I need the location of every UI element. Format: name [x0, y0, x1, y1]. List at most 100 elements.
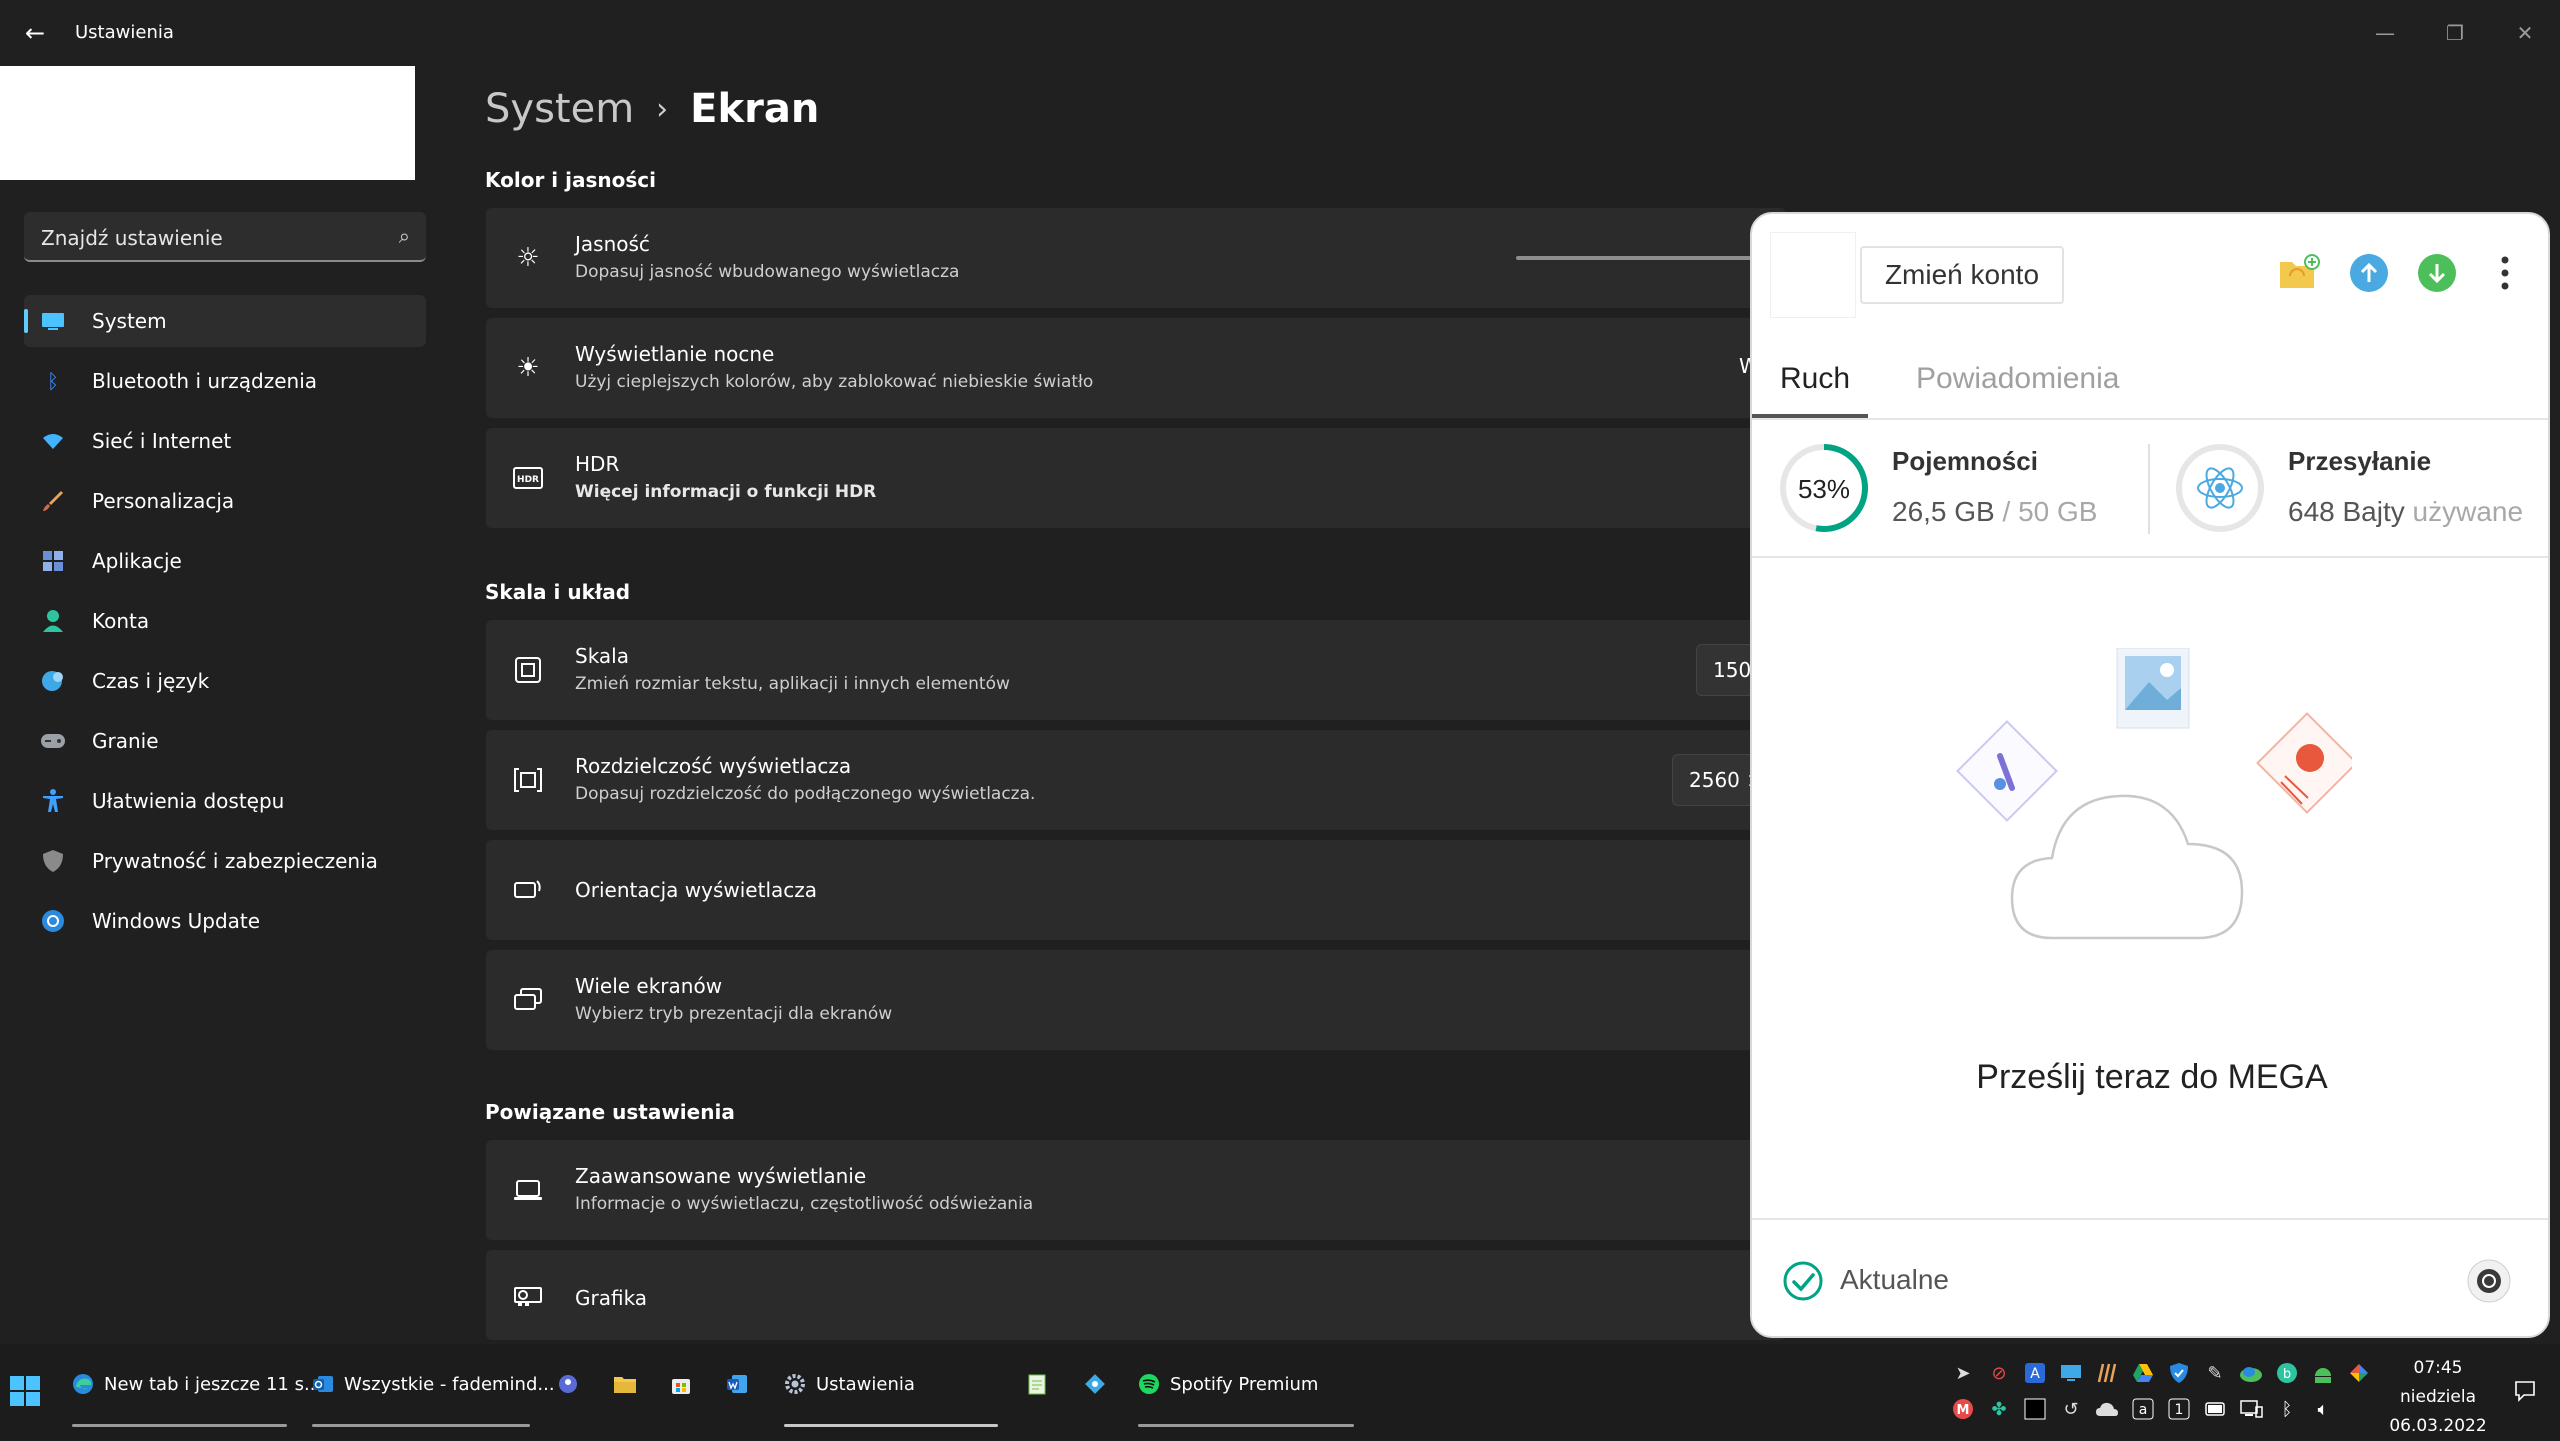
cloud-upload-illustration: [1956, 648, 2352, 940]
mega-sync-panel: Zmień konto Ruch Powiadomienia 53% Pojem…: [1750, 212, 2550, 1338]
sidebar-item-network[interactable]: Sieć i Internet: [24, 415, 426, 467]
more-options-icon[interactable]: [2484, 252, 2526, 294]
capacity-total: 50 GB: [2018, 496, 2098, 527]
folder-icon: [612, 1371, 638, 1397]
taskbar-word[interactable]: [724, 1356, 758, 1412]
page-title: Ekran: [690, 86, 820, 132]
security-app-icon: [555, 1371, 581, 1397]
app-a-icon[interactable]: A: [2020, 1358, 2050, 1388]
card-multiple-displays[interactable]: Wiele ekranów Wybierz tryb prezentacji d…: [486, 950, 1786, 1050]
amazon-a-icon[interactable]: a: [2128, 1394, 2158, 1424]
capacity-separator: /: [2002, 496, 2011, 527]
sidebar-item-personalization[interactable]: Personalizacja: [24, 475, 426, 527]
no-network-icon[interactable]: ⊘: [1984, 1358, 2014, 1388]
taskbar-app-icon[interactable]: [555, 1356, 589, 1412]
edge-icon: [70, 1371, 96, 1397]
transfer-suffix: używane: [2412, 496, 2524, 527]
sidebar-item-label: System: [92, 309, 167, 333]
volume-icon[interactable]: 🔈︎: [2308, 1394, 2338, 1424]
card-orientation[interactable]: Orientacja wyświetlacza: [486, 840, 1786, 940]
person-icon: [40, 608, 66, 634]
taskbar-store[interactable]: [668, 1356, 702, 1412]
minimize-icon[interactable]: —: [2350, 10, 2420, 56]
clover-icon[interactable]: ✤: [1984, 1394, 2014, 1424]
accessibility-icon: [40, 788, 66, 814]
download-arrow-icon[interactable]: [2416, 252, 2458, 294]
bing-icon[interactable]: b: [2272, 1358, 2302, 1388]
transfer-quota-icon: [2176, 444, 2264, 532]
upload-arrow-icon[interactable]: [2348, 252, 2390, 294]
mega-account-avatar[interactable]: [1770, 232, 1856, 318]
resolution-icon: [512, 764, 544, 796]
taskbar-notepad[interactable]: [1024, 1356, 1058, 1412]
sync-status: Aktualne: [1840, 1264, 1949, 1295]
sidebar-item-accessibility[interactable]: Ułatwienia dostępu: [24, 775, 426, 827]
notification-center-icon[interactable]: [2510, 1376, 2540, 1406]
card-title: Skala: [575, 644, 629, 668]
search-icon[interactable]: ⌕: [399, 224, 410, 248]
google-drive-icon[interactable]: [2128, 1358, 2158, 1388]
capacity-percent: 53%: [1798, 474, 1850, 504]
mega-tray-icon[interactable]: [2236, 1358, 2266, 1388]
close-icon[interactable]: ✕: [2490, 10, 2560, 56]
sidebar-item-apps[interactable]: Aplikacje: [24, 535, 426, 587]
sidebar-item-time-language[interactable]: Czas i język: [24, 655, 426, 707]
windows-start-icon[interactable]: [10, 1376, 40, 1410]
card-advanced-display[interactable]: Zaawansowane wyświetlanie Informacje o w…: [486, 1140, 1786, 1240]
pen-icon[interactable]: ✎: [2200, 1358, 2230, 1388]
maximize-icon[interactable]: ❐: [2420, 10, 2490, 56]
breadcrumb-parent[interactable]: System: [485, 86, 634, 132]
sidebar-item-system[interactable]: System: [24, 295, 426, 347]
sidebar-item-windows-update[interactable]: Windows Update: [24, 895, 426, 947]
tab-powiadomienia[interactable]: Powiadomienia: [1916, 362, 2119, 396]
sync-settings-icon[interactable]: [2466, 1258, 2512, 1304]
defender-shield-icon[interactable]: [2164, 1358, 2194, 1388]
card-graphics[interactable]: Grafika: [486, 1250, 1786, 1340]
winrar-icon[interactable]: [2092, 1358, 2122, 1388]
bluetooth-tray-icon[interactable]: ᛒ: [2272, 1394, 2302, 1424]
taskbar-item-spotify[interactable]: Spotify Premium: [1136, 1356, 1318, 1412]
sidebar-item-label: Bluetooth i urządzenia: [92, 369, 317, 393]
capacity-value: 26,5 GB / 50 GB: [1892, 496, 2097, 528]
taskbar-item-edge[interactable]: New tab i jeszcze 11 s...: [70, 1356, 321, 1412]
network-monitor-icon[interactable]: [2236, 1394, 2266, 1424]
monitor-tray-icon[interactable]: [2056, 1358, 2086, 1388]
taskbar-running-indicator: [72, 1424, 287, 1427]
taskbar-app-diamond[interactable]: [1082, 1356, 1116, 1412]
switch-account-button[interactable]: Zmień konto: [1860, 246, 2064, 304]
card-brightness[interactable]: ☼ Jasność Dopasuj jasność wbudowanego wy…: [486, 208, 1816, 308]
taskbar-file-explorer[interactable]: [612, 1356, 646, 1412]
folder-sync-icon[interactable]: [2278, 252, 2320, 294]
taskbar-item-settings[interactable]: Ustawienia: [782, 1356, 915, 1412]
black-square-icon[interactable]: [2020, 1394, 2050, 1424]
sidebar-item-gaming[interactable]: Granie: [24, 715, 426, 767]
one-password-icon[interactable]: 1: [2164, 1394, 2194, 1424]
card-resolution[interactable]: Rozdzielczość wyświetlacza Dopasuj rozdz…: [486, 730, 1812, 830]
card-scale[interactable]: Skala Zmień rozmiar tekstu, aplikacji i …: [486, 620, 1816, 720]
battery-plug-icon[interactable]: [2200, 1394, 2230, 1424]
card-hdr[interactable]: HDR HDR Więcej informacji o funkcji HDR: [486, 428, 1786, 528]
android-icon[interactable]: [2308, 1358, 2338, 1388]
sidebar-item-bluetooth[interactable]: ᛒ Bluetooth i urządzenia: [24, 355, 426, 407]
account-avatar-area[interactable]: [0, 66, 415, 180]
colorful-app-icon[interactable]: [2344, 1358, 2374, 1388]
card-description: Użyj cieplejszych kolorów, aby zablokowa…: [575, 372, 1094, 392]
sun-icon: ☼: [516, 243, 540, 273]
sidebar-item-privacy[interactable]: Prywatność i zabezpieczenia: [24, 835, 426, 887]
hdr-info-link[interactable]: Więcej informacji o funkcji HDR: [575, 482, 876, 502]
card-description: Zmień rozmiar tekstu, aplikacji i innych…: [575, 674, 1010, 694]
onedrive-cloud-icon[interactable]: [2092, 1394, 2122, 1424]
sidebar-item-label: Windows Update: [92, 909, 261, 933]
location-arrow-icon[interactable]: ➤: [1948, 1358, 1978, 1388]
search-input[interactable]: Znajdź ustawienie ⌕: [24, 212, 426, 262]
taskbar-item-outlook[interactable]: Wszystkie - fademind...: [310, 1356, 555, 1412]
tab-ruch[interactable]: Ruch: [1780, 362, 1850, 396]
diamond-app-icon: [1082, 1371, 1108, 1397]
taskbar-clock[interactable]: 07:45 niedziela 06.03.2022: [2380, 1354, 2496, 1441]
title-bar: ← Ustawienia — ❐ ✕: [0, 0, 2560, 66]
back-arrow-icon[interactable]: ←: [20, 18, 50, 48]
sidebar-item-accounts[interactable]: Konta: [24, 595, 426, 647]
card-night-light[interactable]: ☀ Wyświetlanie nocne Użyj cieplejszych k…: [486, 318, 1786, 418]
refresh-c-icon[interactable]: ↺: [2056, 1394, 2086, 1424]
gmail-icon[interactable]: M: [1948, 1394, 1978, 1424]
